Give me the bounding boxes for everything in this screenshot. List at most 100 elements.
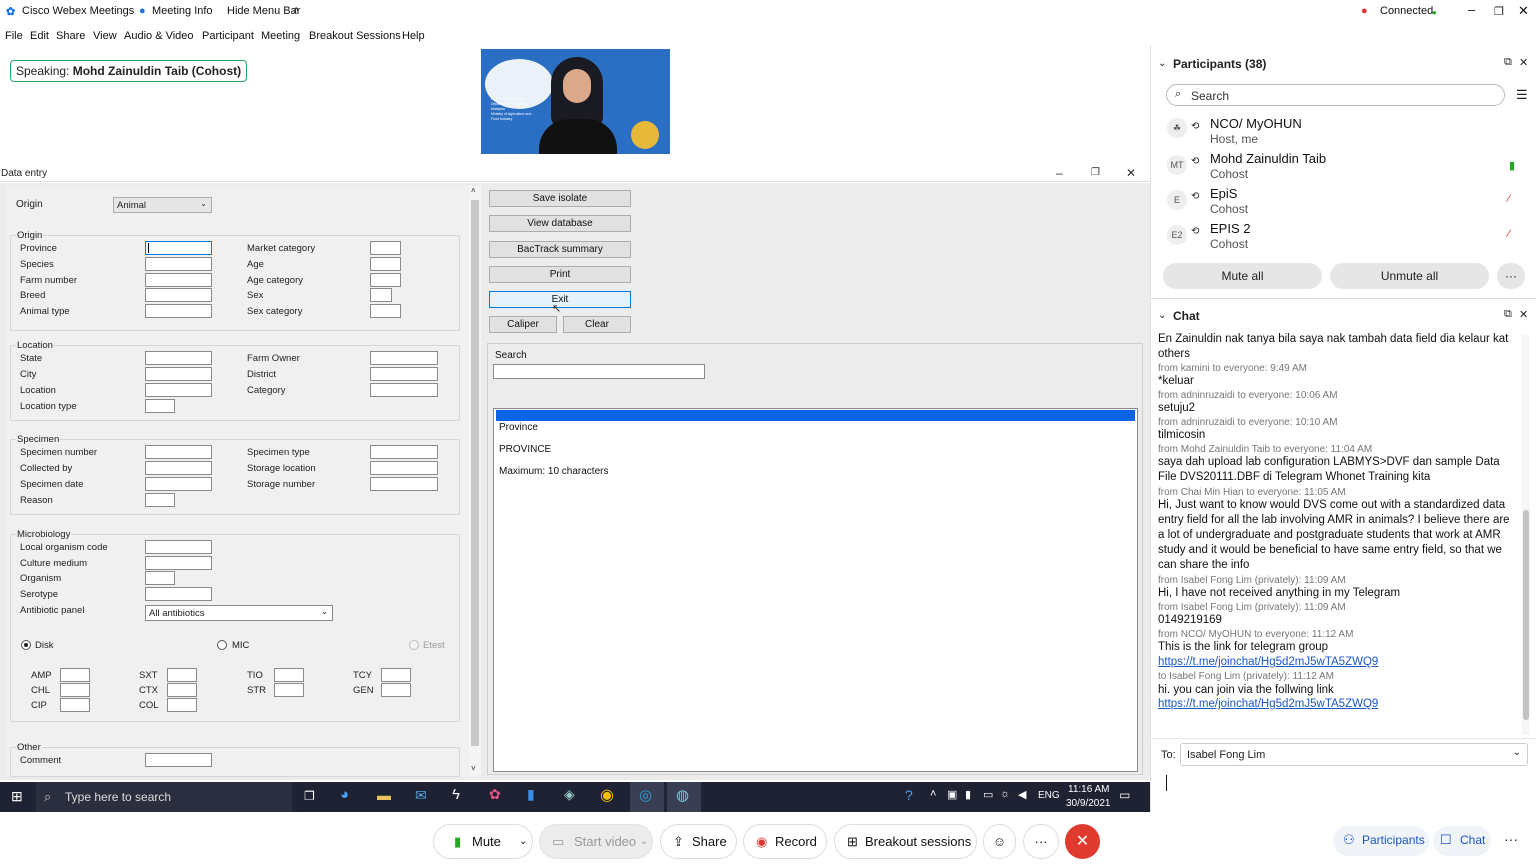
participant-name[interactable]: EPIS 2 (1210, 221, 1250, 236)
serotype-input[interactable] (145, 587, 212, 601)
microphone-icon[interactable]: ▮ (965, 788, 971, 801)
organism-input[interactable] (145, 571, 175, 585)
reason-input[interactable] (145, 493, 175, 507)
help-listbox[interactable]: Province PROVINCE Maximum: 10 characters (493, 408, 1138, 772)
category-input[interactable] (370, 383, 438, 397)
start-video-button[interactable]: ▭ Start video ⌄ (539, 824, 653, 859)
menu-participant[interactable]: Participant (202, 30, 254, 42)
participant-name[interactable]: Mohd Zainuldin Taib (1210, 151, 1326, 166)
chevron-down-icon[interactable]: ˅ (471, 764, 476, 773)
sex-category-input[interactable] (370, 304, 401, 318)
gen-input[interactable] (381, 683, 411, 697)
chat-recipient-select[interactable]: Isabel Fong Lim ⌄ (1180, 743, 1528, 766)
task-view-icon[interactable]: ❐ (304, 789, 315, 803)
province-input[interactable] (145, 241, 212, 255)
edge-icon[interactable]: ◕ (340, 786, 349, 803)
location-input[interactable] (145, 383, 212, 397)
antibiotic-panel-select[interactable]: All antibiotics ⌄ (145, 605, 333, 621)
leave-meeting-button[interactable]: ✕ (1065, 824, 1100, 859)
age-category-input[interactable] (370, 273, 401, 287)
mic-active-icon[interactable]: ▮ (1509, 159, 1515, 172)
clear-button[interactable]: Clear (563, 316, 631, 333)
record-button[interactable]: ◉ Record (743, 824, 827, 859)
network-icon[interactable]: ☼ (1000, 788, 1010, 800)
video-tile[interactable]: Raja Yusra Wahanan Department of Fisheri… (481, 49, 670, 154)
farm-owner-input[interactable] (370, 351, 438, 365)
close-panel-icon[interactable]: ✕ (1519, 56, 1528, 69)
popout-icon[interactable]: ⧉ (1504, 56, 1512, 69)
specimen-number-input[interactable] (145, 445, 212, 459)
close-panel-icon[interactable]: ✕ (1519, 308, 1528, 321)
hide-menu-bar-button[interactable]: Hide Menu Bar (227, 5, 300, 17)
amp-input[interactable] (60, 668, 90, 682)
help-icon[interactable]: ? (905, 787, 913, 803)
windows-start-icon[interactable]: ⊞ (11, 788, 23, 805)
menu-edit[interactable]: Edit (30, 30, 49, 42)
state-input[interactable] (145, 351, 212, 365)
participant-search[interactable]: ⌕ Search (1166, 84, 1505, 106)
cip-input[interactable] (60, 698, 90, 712)
menu-audio-video[interactable]: Audio & Video (124, 30, 194, 42)
chevron-down-icon[interactable]: ⌄ (1158, 310, 1166, 321)
file-explorer-icon[interactable]: ▬ (377, 787, 391, 803)
str-input[interactable] (274, 683, 304, 697)
sort-list-icon[interactable]: ☰ (1516, 87, 1528, 103)
comment-input[interactable] (145, 753, 212, 767)
unmute-all-button[interactable]: Unmute all (1330, 263, 1489, 289)
mic-radio[interactable] (217, 640, 227, 650)
caliper-button[interactable]: Caliper (489, 316, 557, 333)
etest-radio[interactable] (409, 640, 419, 650)
close-button[interactable]: ✕ (1518, 3, 1529, 19)
chat-link[interactable]: https://t.me/joinchat/Hg5d2mJ5wTA5ZWQ9 (1158, 698, 1378, 710)
chat-toggle-button[interactable]: ☐ Chat (1433, 826, 1491, 856)
menu-meeting[interactable]: Meeting (261, 30, 300, 42)
specimen-type-input[interactable] (370, 445, 438, 459)
breed-input[interactable] (145, 288, 212, 302)
tio-input[interactable] (274, 668, 304, 682)
form-scrollbar[interactable]: ˄ ˅ (469, 186, 481, 776)
species-input[interactable] (145, 257, 212, 271)
participants-toggle-button[interactable]: ⚇ Participants (1333, 826, 1429, 856)
popout-icon[interactable]: ⧉ (1504, 308, 1512, 321)
participant-name[interactable]: NCO/ MyOHUN (1210, 116, 1302, 131)
battery-icon[interactable]: ▭ (983, 788, 993, 801)
local-organism-code-input[interactable] (145, 540, 212, 554)
list-selected-row[interactable] (496, 410, 1135, 421)
restore-button[interactable]: ❐ (1494, 5, 1504, 18)
view-database-button[interactable]: View database (489, 215, 631, 232)
chat-link[interactable]: https://t.me/joinchat/Hg5d2mJ5wTA5ZWQ9 (1158, 656, 1378, 668)
app-icon[interactable]: ϟ (452, 786, 460, 803)
chl-input[interactable] (60, 683, 90, 697)
district-input[interactable] (370, 367, 438, 381)
de-restore-button[interactable]: ❐ (1091, 167, 1100, 178)
reactions-button[interactable]: ☺ (983, 824, 1016, 859)
sex-input[interactable] (370, 288, 392, 302)
storage-location-input[interactable] (370, 461, 438, 475)
clock-date[interactable]: 30/9/2021 (1066, 798, 1111, 809)
mute-button[interactable]: ▮ Mute ⌄ (433, 824, 533, 859)
sxt-input[interactable] (167, 668, 197, 682)
storage-number-input[interactable] (370, 477, 438, 491)
scrollbar-thumb[interactable] (471, 200, 479, 746)
mic-muted-icon[interactable]: ⁄ (1508, 228, 1510, 240)
menu-help[interactable]: Help (402, 30, 425, 42)
de-minimize-button[interactable]: – (1056, 166, 1063, 180)
market-category-input[interactable] (370, 241, 401, 255)
app-icon[interactable]: ◈ (564, 786, 575, 803)
minimize-button[interactable]: – (1468, 2, 1475, 17)
menu-share[interactable]: Share (56, 30, 85, 42)
search-input[interactable] (493, 364, 705, 379)
volume-icon[interactable]: ◀ (1018, 788, 1026, 801)
city-input[interactable] (145, 367, 212, 381)
taskbar-search[interactable]: ⌕ Type here to search (36, 782, 292, 812)
age-input[interactable] (370, 257, 401, 271)
origin-select[interactable]: Animal ⌄ (113, 197, 212, 213)
location-type-input[interactable] (145, 399, 175, 413)
share-button[interactable]: ⇪ Share (660, 824, 737, 859)
farm-number-input[interactable] (145, 273, 212, 287)
chrome-icon[interactable]: ◉ (600, 785, 614, 805)
print-button[interactable]: Print (489, 266, 631, 283)
more-panels-icon[interactable]: ··· (1504, 831, 1518, 847)
culture-medium-input[interactable] (145, 556, 212, 570)
animal-type-input[interactable] (145, 304, 212, 318)
